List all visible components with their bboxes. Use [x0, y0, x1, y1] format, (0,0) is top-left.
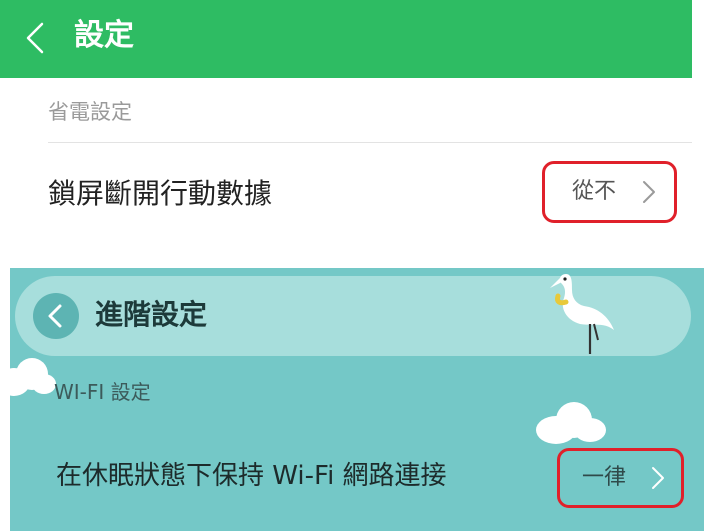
- page-title: 設定: [74, 18, 134, 53]
- divider: [48, 142, 692, 143]
- setting-value-selector[interactable]: 一律: [557, 448, 684, 508]
- page-title: 進階設定: [95, 298, 208, 331]
- settings-screen: 設定 省電設定 鎖屏斷開行動數據 從不: [0, 0, 720, 268]
- section-header-wifi: WI-FI 設定: [54, 380, 151, 404]
- setting-value: 一律: [582, 465, 627, 490]
- setting-label-lock-screen-data[interactable]: 鎖屏斷開行動數據: [48, 176, 272, 212]
- back-button[interactable]: [33, 293, 79, 339]
- setting-value-selector[interactable]: 從不: [542, 161, 677, 223]
- app-bar: 設定: [0, 0, 692, 78]
- crane-illustration: [550, 274, 614, 354]
- setting-value: 從不: [572, 179, 617, 204]
- chevron-left-icon: [26, 22, 44, 54]
- chevron-right-icon: [643, 181, 655, 203]
- cloud-illustration: [10, 358, 56, 396]
- setting-label-wifi-sleep[interactable]: 在休眠狀態下保持 Wi-Fi 網路連接: [56, 459, 447, 493]
- back-button[interactable]: [22, 20, 50, 56]
- section-header-power-saving: 省電設定: [48, 100, 132, 124]
- advanced-settings-screen: 進階設定 WI-FI 設定 在休眠狀態下保持 Wi-Fi 網路連接 一律: [10, 268, 704, 531]
- chevron-right-icon: [652, 467, 664, 489]
- cloud-illustration: [536, 402, 606, 444]
- chevron-left-icon: [48, 304, 62, 328]
